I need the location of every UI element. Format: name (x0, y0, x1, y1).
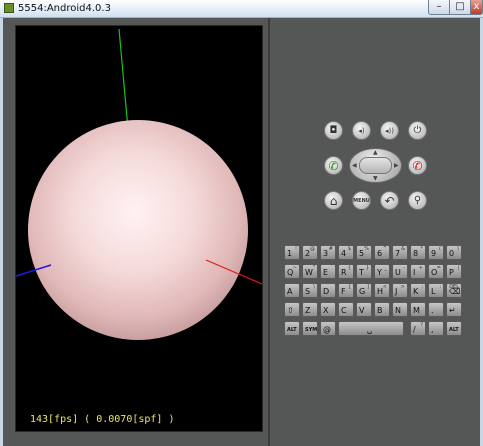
key-e[interactable]: ` E (320, 264, 336, 279)
key-at[interactable]: @ (320, 321, 336, 336)
dpad-right-icon[interactable]: ▶ (394, 163, 399, 169)
key-b[interactable]: B (374, 302, 390, 317)
key-f[interactable]: [F (338, 283, 354, 298)
key-d[interactable]: D (320, 283, 336, 298)
key-1[interactable]: ! 1 (284, 245, 300, 260)
key-h[interactable]: < H (374, 283, 390, 298)
key-p[interactable]: | P (446, 264, 462, 279)
gl-scene (16, 28, 262, 340)
y-axis-line (118, 28, 129, 130)
key-o[interactable]: = O (428, 264, 444, 279)
minimize-button[interactable]: – (428, 0, 450, 15)
app-icon (4, 3, 14, 13)
key-c[interactable]: C (338, 302, 354, 317)
key-comma[interactable]: , (428, 321, 444, 336)
key-u[interactable]: -U (392, 264, 408, 279)
menu-label: MENU (353, 197, 370, 204)
key-8[interactable]: * 8 (410, 245, 426, 260)
device-screen[interactable]: 143[fps] ( 0.0070[spf] ) (15, 25, 263, 432)
key-z[interactable]: Z (302, 302, 318, 317)
window-title: 5554:Android4.0.3 (18, 3, 111, 14)
key-delete[interactable]: DEL ⌫ (446, 283, 462, 298)
key-alt-left[interactable]: ALT (284, 321, 300, 336)
key-i[interactable]: + I (410, 264, 426, 279)
call-icon: ✆ (328, 158, 339, 173)
power-icon: ⏻ (413, 125, 422, 136)
dpad-left-icon[interactable]: ◀ (352, 163, 357, 169)
key-4[interactable]: $4 (338, 245, 354, 260)
end-call-button[interactable]: ✆ (408, 156, 427, 175)
volume-up-button[interactable]: ◂)) (380, 121, 399, 140)
hardware-keyboard: ! 1 @2 #3 $4 % 5 ^ 6 & 7 * 8 (9 ) 0 ~ Q " W ` E {… (284, 245, 470, 338)
key-x[interactable]: X (320, 302, 336, 317)
dpad-center-button[interactable] (359, 157, 392, 174)
dpad-down-icon[interactable]: ▼ (373, 176, 378, 182)
search-icon: ⚲ (413, 195, 422, 206)
key-g[interactable]: ] G (356, 283, 372, 298)
volume-up-icon: ◂)) (385, 126, 394, 135)
key-enter[interactable]: ↵ (446, 302, 462, 317)
maximize-button[interactable]: □ (449, 0, 471, 15)
key-y[interactable]: _ Y (374, 264, 390, 279)
power-button[interactable]: ⏻ (408, 121, 427, 140)
dpad-up-icon[interactable]: ▲ (373, 150, 378, 156)
key-j[interactable]: > J (392, 283, 408, 298)
back-button[interactable]: ↶ (380, 191, 399, 210)
home-button[interactable]: ⌂ (324, 191, 343, 210)
key-n[interactable]: N (392, 302, 408, 317)
camera-icon: ◘ (329, 125, 338, 136)
fps-readout: 143[fps] ( 0.0070[spf] ) (30, 414, 175, 425)
menu-button[interactable]: MENU (352, 191, 371, 210)
sphere (28, 120, 248, 340)
volume-down-button[interactable]: ◂) (352, 121, 371, 140)
key-w[interactable]: " W (302, 264, 318, 279)
key-shift[interactable]: ⇧ (284, 302, 300, 317)
key-r[interactable]: {R (338, 264, 354, 279)
key-s[interactable]: \ S (302, 283, 318, 298)
key-v[interactable]: V (356, 302, 372, 317)
key-m[interactable]: M (410, 302, 426, 317)
key-k[interactable]: ; K (410, 283, 426, 298)
key-2[interactable]: @2 (302, 245, 318, 260)
key-a[interactable]: A (284, 283, 300, 298)
key-0[interactable]: ) 0 (446, 245, 462, 260)
key-9[interactable]: (9 (428, 245, 444, 260)
key-5[interactable]: % 5 (356, 245, 372, 260)
key-space[interactable]: ␣ (338, 321, 404, 336)
key-alt-right[interactable]: ALT (446, 321, 462, 336)
key-l[interactable]: :L (428, 283, 444, 298)
panel-divider (268, 18, 270, 446)
call-button[interactable]: ✆ (324, 156, 343, 175)
key-t[interactable]: } T (356, 264, 372, 279)
camera-button[interactable]: ◘ (324, 121, 343, 140)
title-bar: 5554:Android4.0.3 – □ x (0, 0, 483, 18)
end-call-icon: ✆ (412, 158, 423, 173)
key-period[interactable]: . (428, 302, 444, 317)
key-7[interactable]: & 7 (392, 245, 408, 260)
search-button[interactable]: ⚲ (408, 191, 427, 210)
key-6[interactable]: ^ 6 (374, 245, 390, 260)
key-3[interactable]: #3 (320, 245, 336, 260)
key-q[interactable]: ~ Q (284, 264, 300, 279)
key-slash[interactable]: ? / (410, 321, 426, 336)
home-icon: ⌂ (329, 193, 338, 208)
back-icon: ↶ (384, 193, 395, 208)
volume-down-icon: ◂) (358, 126, 365, 135)
key-sym[interactable]: SYM (302, 321, 318, 336)
close-button[interactable]: x (470, 0, 483, 15)
